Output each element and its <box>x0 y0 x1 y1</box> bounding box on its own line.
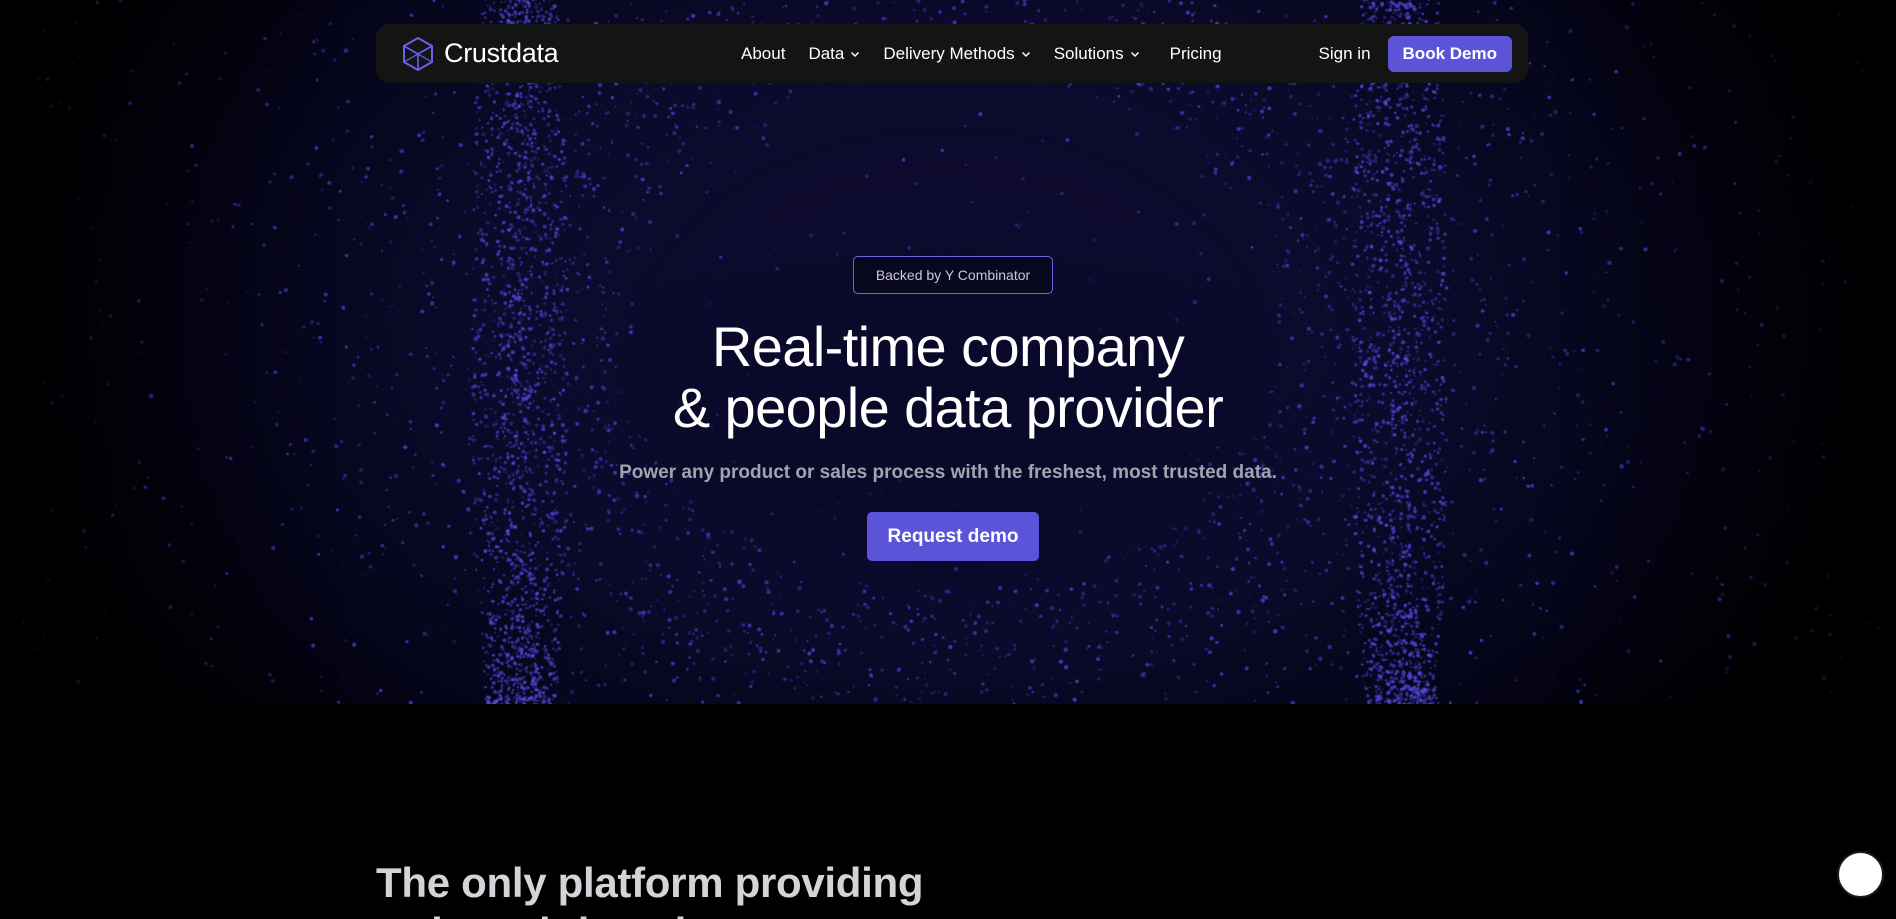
chevron-down-icon <box>1021 51 1030 57</box>
nav-data-label: Data <box>808 43 845 63</box>
hexagon-logo-icon <box>403 36 433 71</box>
nav-pricing[interactable]: Pricing <box>1170 44 1222 64</box>
brand-name: Crustdata <box>444 38 559 68</box>
yc-badge: Backed by Y Combinator <box>853 256 1053 294</box>
nav-about-label: About <box>741 43 786 63</box>
nav-data-dropdown[interactable]: Data <box>808 44 860 64</box>
nav-about[interactable]: About <box>741 44 785 64</box>
top-navbar: Crustdata About Data Delivery Methods So… <box>376 24 1528 83</box>
nav-solutions-label: Solutions <box>1053 43 1124 63</box>
sign-in-link[interactable]: Sign in <box>1319 44 1371 64</box>
hero-title-line-2: & people data provider <box>672 376 1224 439</box>
hero-title-line-1: Real-time company <box>711 315 1185 378</box>
nav-delivery-methods-label: Delivery Methods <box>883 43 1015 63</box>
chat-bubble-icon[interactable] <box>1837 851 1884 898</box>
request-demo-button[interactable]: Request demo <box>867 512 1039 561</box>
nav-pricing-label: Pricing <box>1169 43 1222 63</box>
section-heading: The only platform providing truly real-t… <box>376 858 996 919</box>
nav-solutions-dropdown[interactable]: Solutions <box>1054 44 1140 64</box>
section-heading-line-2: truly real-time data <box>376 908 996 919</box>
brand-link[interactable]: Crustdata <box>400 36 680 72</box>
nav-links: About Data Delivery Methods Solutions Pr… <box>741 44 1222 64</box>
section-heading-line-1: The only platform providing <box>376 859 924 906</box>
chevron-down-icon <box>851 51 860 57</box>
book-demo-button[interactable]: Book Demo <box>1387 35 1512 72</box>
chevron-down-icon <box>1130 51 1139 57</box>
nav-actions: Sign in Book Demo <box>1319 35 1512 72</box>
hero-title: Real-time company & people data provider <box>548 316 1348 438</box>
nav-delivery-methods-dropdown[interactable]: Delivery Methods <box>883 44 1030 64</box>
hero-subtitle: Power any product or sales process with … <box>619 462 1277 483</box>
page: Crustdata About Data Delivery Methods So… <box>0 0 1896 919</box>
